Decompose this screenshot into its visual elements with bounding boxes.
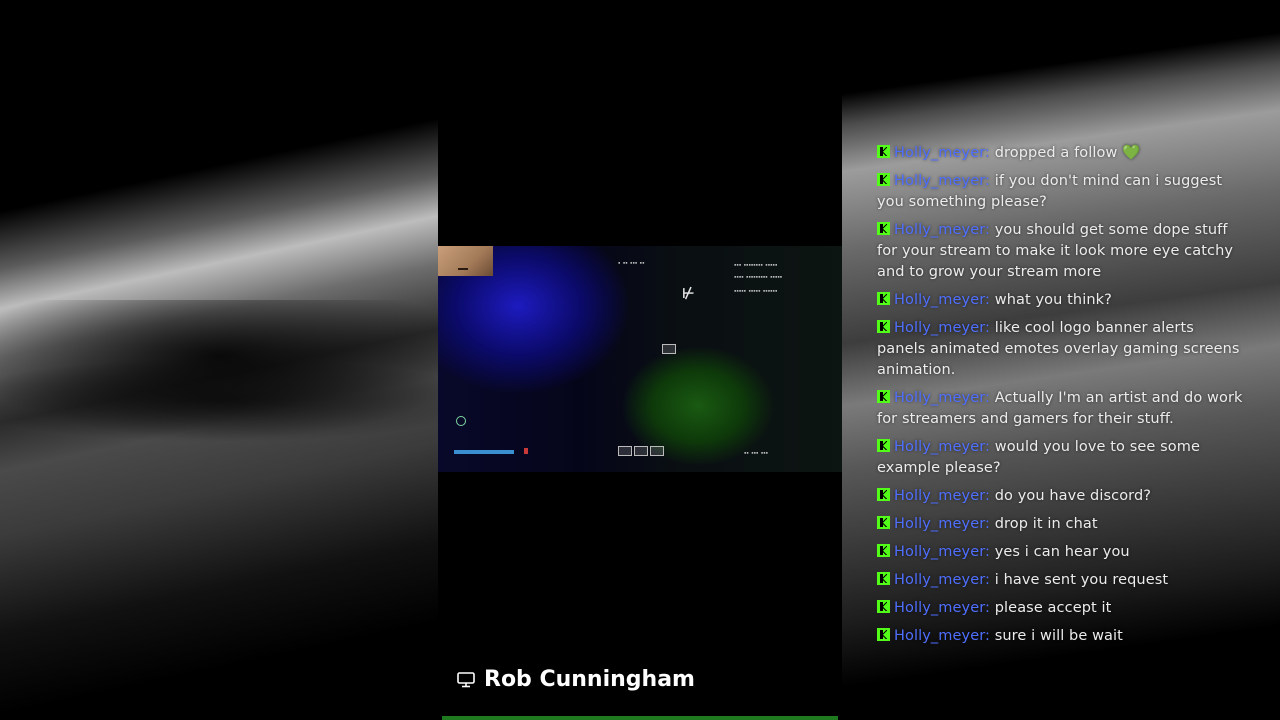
kick-badge-icon	[877, 145, 890, 158]
monitor-icon	[457, 672, 475, 688]
chat-overlay: Holly_meyer: dropped a follow 💚 Holly_me…	[877, 143, 1247, 654]
chat-message: Holly_meyer: dropped a follow 💚	[877, 143, 1247, 164]
chat-message: Holly_meyer: drop it in chat	[877, 514, 1247, 535]
chat-username[interactable]: Holly_meyer	[894, 222, 985, 238]
kick-badge-icon	[877, 600, 890, 613]
accent-bar	[442, 716, 838, 720]
kick-badge-icon	[877, 439, 890, 452]
chat-username[interactable]: Holly_meyer	[894, 544, 985, 560]
hud-marker	[662, 344, 676, 354]
hud-status-bar	[524, 448, 528, 454]
gameplay-video[interactable]: ⊬ ▪ ▪▪ ▪▪▪ ▪▪ ▪▪▪ ▪▪▪▪▪▪▪▪ ▪▪▪▪▪ ▪▪▪▪ ▪▪…	[438, 246, 842, 472]
chat-username[interactable]: Holly_meyer	[894, 600, 985, 616]
chat-username[interactable]: Holly_meyer	[894, 488, 985, 504]
hud-readout: ▪▪▪▪▪ ▪▪▪▪▪ ▪▪▪▪▪▪	[734, 288, 778, 293]
chat-text: sure i will be wait	[994, 628, 1123, 644]
hud-readout: ▪▪▪▪ ▪▪▪▪▪▪▪▪▪ ▪▪▪▪▪	[734, 274, 783, 279]
background-dune-left	[0, 0, 438, 720]
chat-username[interactable]: Holly_meyer	[894, 628, 985, 644]
chat-username[interactable]: Holly_meyer	[894, 292, 985, 308]
chat-message: Holly_meyer: if you don't mind can i sug…	[877, 173, 1223, 210]
hud-slot	[650, 446, 664, 456]
green-heart-icon: 💚	[1122, 145, 1141, 161]
chat-message: Holly_meyer: i have sent you request	[877, 570, 1247, 591]
chat-message: Holly_meyer: would you love to see some …	[877, 439, 1201, 476]
kick-badge-icon	[877, 488, 890, 501]
kick-badge-icon	[877, 222, 890, 235]
hud-readout: ▪ ▪▪ ▪▪▪ ▪▪	[618, 260, 645, 265]
chat-message: Holly_meyer: you should get some dope st…	[877, 222, 1234, 280]
chat-username[interactable]: Holly_meyer	[894, 390, 985, 406]
chat-username[interactable]: Holly_meyer	[894, 572, 985, 588]
chat-message: Holly_meyer: do you have discord?	[877, 486, 1247, 507]
kick-badge-icon	[877, 628, 890, 641]
chat-text: please accept it	[994, 600, 1112, 616]
kick-badge-icon	[877, 173, 890, 186]
chat-text: what you think?	[994, 292, 1112, 308]
kick-badge-icon	[877, 320, 890, 333]
chat-text: i have sent you request	[994, 572, 1169, 588]
chat-text: dropped a follow	[994, 145, 1118, 161]
kick-badge-icon	[877, 572, 890, 585]
chat-text: do you have discord?	[994, 488, 1152, 504]
kick-badge-icon	[877, 292, 890, 305]
streamer-name: Rob Cunningham	[484, 666, 695, 692]
hud-slot	[634, 446, 648, 456]
chat-message: Holly_meyer: yes i can hear you	[877, 542, 1247, 563]
kick-badge-icon	[877, 544, 890, 557]
chat-username[interactable]: Holly_meyer	[894, 173, 985, 189]
hud-health-bar	[454, 450, 514, 454]
game-logo-icon: ⊬	[682, 286, 695, 302]
webcam-feed	[438, 246, 493, 276]
chat-message: Holly_meyer: sure i will be wait	[877, 626, 1247, 647]
chat-username[interactable]: Holly_meyer	[894, 320, 985, 336]
chat-username[interactable]: Holly_meyer	[894, 145, 985, 161]
chat-message: Holly_meyer: what you think?	[877, 290, 1247, 311]
chat-message: Holly_meyer: like cool logo banner alert…	[877, 320, 1240, 378]
streamer-label: Rob Cunningham	[456, 664, 695, 694]
chat-username[interactable]: Holly_meyer	[894, 439, 985, 455]
chat-text: drop it in chat	[994, 516, 1098, 532]
hud-readout: ▪▪ ▪▪▪ ▪▪▪	[744, 450, 769, 455]
chat-message: Holly_meyer: Actually I'm an artist and …	[877, 390, 1243, 427]
kick-badge-icon	[877, 516, 890, 529]
chat-text: yes i can hear you	[994, 544, 1130, 560]
chat-username[interactable]: Holly_meyer	[894, 516, 985, 532]
chat-message: Holly_meyer: please accept it	[877, 598, 1247, 619]
hud-ability-icon	[456, 416, 466, 426]
hud-slot	[618, 446, 632, 456]
hud-readout: ▪▪▪ ▪▪▪▪▪▪▪▪ ▪▪▪▪▪	[734, 262, 778, 267]
kick-badge-icon	[877, 390, 890, 403]
